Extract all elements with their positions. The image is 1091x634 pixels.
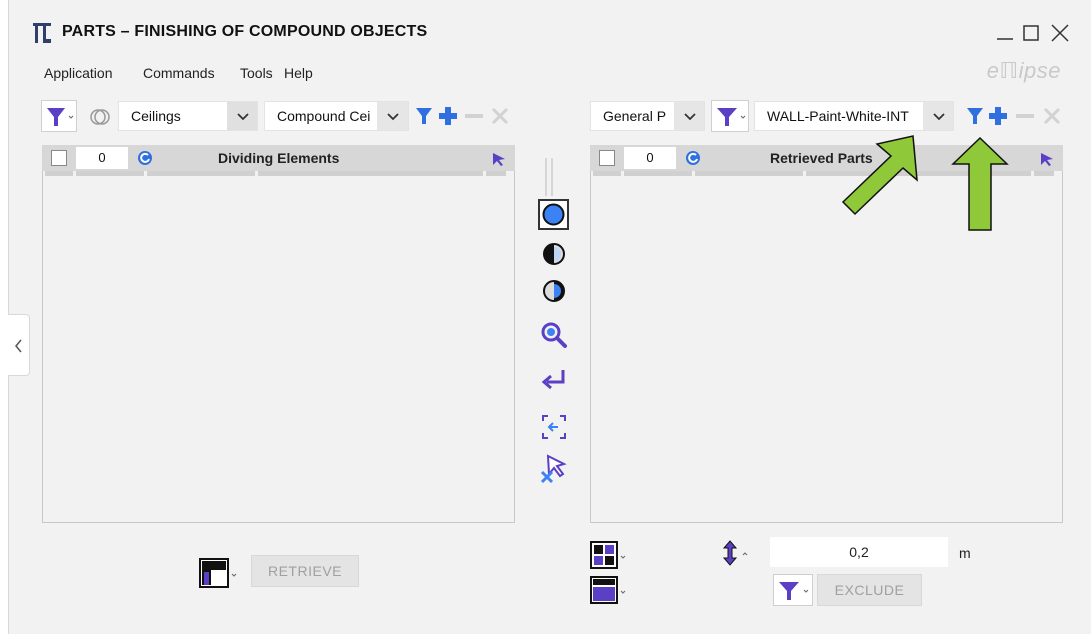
left-count: 0 — [76, 147, 128, 169]
right-filter-value: WALL-Paint-White-INT — [767, 108, 909, 124]
left-filter-dropdown-button[interactable] — [41, 100, 77, 132]
left-type-select[interactable]: Compound Cei — [264, 101, 409, 131]
minus-icon — [465, 114, 483, 118]
grid-icon — [590, 541, 626, 569]
no-link-icon[interactable] — [88, 105, 112, 129]
exclude-button[interactable]: EXCLUDE — [817, 574, 922, 606]
maximize-icon — [1023, 25, 1039, 41]
left-type-value: Compound Cei — [277, 108, 371, 124]
funnel-icon — [47, 108, 74, 126]
distance-input[interactable]: 0,2 — [770, 537, 948, 567]
corner-profile-dropdown[interactable] — [199, 556, 239, 590]
zoom-icon[interactable] — [539, 320, 569, 350]
right-category-select[interactable]: General P — [590, 101, 705, 131]
annotation-arrow-icon — [841, 135, 918, 216]
left-category-select[interactable]: Ceilings — [118, 101, 258, 131]
close-button[interactable] — [1049, 22, 1071, 44]
menu-commands[interactable]: Commands — [143, 65, 215, 81]
exclude-filter-dropdown[interactable] — [773, 574, 813, 606]
grid-dropdown[interactable] — [590, 540, 630, 570]
menu-application[interactable]: Application — [44, 65, 113, 81]
left-list-title: Dividing Elements — [218, 150, 340, 166]
chevron-left-icon — [15, 339, 22, 353]
window-title: PARTS – FINISHING OF COMPOUND OBJECTS — [62, 23, 428, 40]
funnel-icon[interactable] — [415, 106, 433, 126]
minimize-button[interactable] — [995, 22, 1017, 44]
menu-help[interactable]: Help — [284, 65, 313, 81]
minimize-icon — [997, 38, 1013, 40]
side-collapse-tab[interactable] — [8, 314, 30, 376]
cursor-icon[interactable] — [1039, 151, 1055, 167]
close-icon — [1051, 24, 1069, 42]
circle-half-left-icon[interactable] — [540, 240, 568, 268]
plus-icon[interactable] — [988, 106, 1008, 126]
right-count: 0 — [624, 147, 676, 169]
panel-divider — [545, 158, 547, 196]
funnel-icon — [779, 582, 809, 600]
select-back-icon[interactable] — [540, 413, 568, 441]
left-select-all-checkbox[interactable] — [51, 150, 67, 166]
right-filter-dropdown-button[interactable] — [711, 100, 749, 132]
right-filter-select[interactable]: WALL-Paint-White-INT — [754, 101, 954, 131]
brand-logo: eℿipse — [986, 58, 1061, 83]
annotation-arrow-icon — [951, 136, 1009, 231]
panel-dropdown[interactable] — [590, 575, 630, 605]
return-icon[interactable] — [539, 367, 569, 393]
plus-icon[interactable] — [438, 106, 458, 126]
right-select-all-checkbox[interactable] — [599, 150, 615, 166]
cross-icon — [491, 107, 509, 125]
deselect-cursor-icon[interactable] — [538, 452, 570, 484]
left-category-value: Ceilings — [131, 108, 181, 124]
left-list-body[interactable] — [42, 171, 515, 523]
circle-half-right-icon[interactable] — [540, 277, 568, 305]
right-category-value: General P — [603, 108, 667, 124]
circle-full-button[interactable] — [538, 199, 569, 230]
app-logo-icon — [33, 23, 51, 43]
refresh-icon[interactable] — [685, 150, 701, 166]
distance-unit: m — [959, 545, 971, 561]
maximize-button[interactable] — [1021, 22, 1043, 44]
left-list-header: 0 Dividing Elements — [42, 145, 515, 171]
panel-divider — [551, 158, 553, 196]
cross-icon — [1043, 107, 1061, 125]
retrieve-button[interactable]: RETRIEVE — [251, 555, 359, 587]
minus-icon — [1016, 114, 1034, 118]
chevron-down-icon — [923, 102, 953, 130]
chevron-down-icon — [227, 102, 257, 130]
refresh-icon[interactable] — [137, 150, 153, 166]
chevron-down-icon — [674, 102, 704, 130]
menu-tools[interactable]: Tools — [240, 65, 273, 81]
funnel-icon — [717, 108, 746, 126]
cursor-icon[interactable] — [491, 151, 507, 167]
funnel-icon[interactable] — [966, 106, 984, 126]
panel-icon — [590, 576, 626, 604]
height-arrows-icon[interactable] — [720, 538, 752, 568]
corner-profile-icon — [199, 558, 237, 588]
chevron-down-icon — [377, 102, 408, 130]
circle-full-icon — [542, 203, 565, 226]
